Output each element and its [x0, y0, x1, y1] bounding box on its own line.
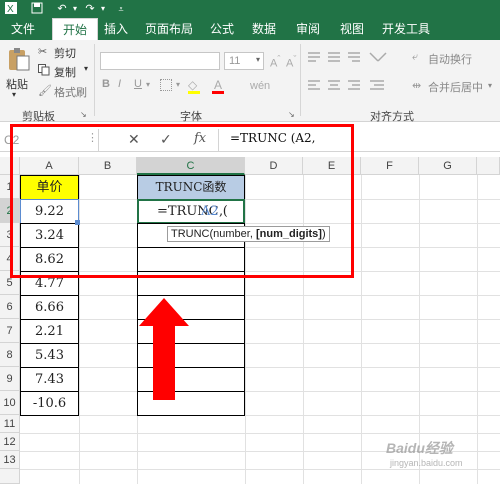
watermark: Baidu经验 jingyan.baidu.com — [386, 438, 498, 478]
copy-icon — [38, 64, 50, 76]
scissors-icon: ✂ — [38, 46, 48, 58]
font-size-combo[interactable]: 11 ▾ — [224, 52, 264, 70]
watermark-sub: jingyan.baidu.com — [390, 458, 463, 468]
border-icon[interactable] — [160, 79, 172, 91]
grid-line — [20, 319, 500, 320]
font-color-icon[interactable]: A — [214, 78, 222, 92]
tab-file[interactable]: 文件 — [2, 18, 44, 40]
redo-icon[interactable]: ↷ — [83, 2, 97, 16]
phonetic-icon[interactable]: wén — [250, 80, 270, 92]
up-arrow-icon — [138, 298, 190, 400]
paste-icon[interactable] — [6, 46, 32, 72]
cell-a7[interactable]: 2.21 — [20, 319, 79, 344]
row-header-6[interactable]: 6 — [0, 295, 20, 319]
wrap-text-button[interactable]: 自动换行 — [428, 51, 472, 67]
cell-a9[interactable]: 7.43 — [20, 367, 79, 392]
undo-dropdown-icon[interactable]: ▾ — [68, 2, 82, 16]
grid-line — [20, 391, 500, 392]
alignment-group-label: 对齐方式 — [370, 111, 414, 123]
undo-icon[interactable]: ↶ — [55, 2, 69, 16]
format-painter-icon: 🖌 — [38, 85, 52, 97]
paste-button[interactable]: 粘贴 — [6, 76, 28, 92]
column-header-h[interactable] — [477, 157, 500, 175]
copy-button[interactable]: 复制 — [54, 64, 76, 80]
excel-logo-icon: X — [4, 2, 18, 16]
grid-line — [20, 343, 500, 344]
merge-center-button[interactable]: 合并后居中 — [428, 79, 483, 95]
border-dropdown-icon[interactable]: ▾ — [176, 80, 180, 89]
row-header-9[interactable]: 9 — [0, 367, 20, 391]
wrap-text-icon: ⤶ — [412, 51, 419, 63]
grid-line — [361, 175, 362, 484]
font-color-bar — [212, 91, 224, 94]
ribbon-separator — [300, 44, 301, 116]
row-header-7[interactable]: 7 — [0, 319, 20, 343]
fill-color-bar — [188, 91, 200, 94]
redo-dropdown-icon[interactable]: ▾ — [96, 2, 110, 16]
format-painter-button[interactable]: 格式刷 — [54, 84, 87, 100]
font-name-combo[interactable] — [100, 52, 220, 70]
grid-line — [20, 295, 500, 296]
tab-page-layout[interactable]: 页面布局 — [138, 18, 200, 40]
grid-line — [20, 415, 500, 416]
tab-formulas[interactable]: 公式 — [204, 18, 240, 40]
font-size-value: 11 — [229, 55, 241, 67]
row-header-8[interactable]: 8 — [0, 343, 20, 367]
tab-developer[interactable]: 开发工具 — [376, 18, 436, 40]
tab-view[interactable]: 视图 — [334, 18, 370, 40]
column-header-g[interactable]: G — [419, 157, 477, 175]
svg-text:X: X — [7, 4, 14, 14]
tab-review[interactable]: 审阅 — [290, 18, 326, 40]
grid-line — [20, 433, 500, 434]
font-group-label: 字体 — [180, 111, 202, 123]
bold-button[interactable]: B — [102, 78, 110, 90]
merge-dropdown-icon[interactable]: ▾ — [488, 81, 492, 90]
fill-color-icon[interactable]: ◇ — [188, 78, 197, 92]
tab-home[interactable]: 开始 — [52, 18, 98, 40]
customize-quick-access-icon[interactable]: ⩡ — [114, 2, 128, 16]
grow-font-icon[interactable]: Aˆ — [270, 54, 280, 70]
save-icon[interactable] — [30, 2, 44, 16]
grid-line — [20, 367, 500, 368]
underline-button[interactable]: U — [134, 78, 142, 90]
merge-center-icon: ⇹ — [412, 80, 422, 92]
row-header-14[interactable] — [0, 469, 20, 484]
cut-button[interactable]: 剪切 — [54, 45, 76, 61]
copy-dropdown-icon[interactable]: ▾ — [84, 64, 88, 73]
ribbon-separator — [94, 44, 95, 116]
highlight-box — [10, 124, 354, 278]
vertical-align-icons[interactable] — [306, 50, 396, 64]
row-header-11[interactable]: 11 — [0, 415, 20, 433]
row-header-10[interactable]: 10 — [0, 391, 20, 415]
shrink-font-icon[interactable]: Aˇ — [286, 54, 296, 70]
horizontal-align-icons[interactable] — [306, 78, 396, 92]
cell-a6[interactable]: 6.66 — [20, 295, 79, 320]
underline-dropdown-icon[interactable]: ▾ — [146, 80, 150, 89]
column-header-f[interactable]: F — [361, 157, 419, 175]
italic-button[interactable]: I — [118, 78, 121, 90]
paste-dropdown-icon[interactable]: ▾ — [12, 90, 16, 99]
font-launcher-icon[interactable]: ↘ — [288, 110, 295, 119]
clipboard-group-label: 剪贴板 — [22, 111, 55, 123]
cell-a8[interactable]: 5.43 — [20, 343, 79, 368]
watermark-main: Baidu经验 — [386, 440, 453, 456]
cell-a10[interactable]: -10.6 — [20, 391, 79, 416]
clipboard-launcher-icon[interactable]: ↘ — [80, 110, 87, 119]
tab-data[interactable]: 数据 — [246, 18, 282, 40]
row-header-13[interactable]: 13 — [0, 451, 20, 469]
row-header-12[interactable]: 12 — [0, 433, 20, 451]
tab-insert[interactable]: 插入 — [98, 18, 134, 40]
font-size-dropdown-icon: ▾ — [255, 55, 260, 64]
